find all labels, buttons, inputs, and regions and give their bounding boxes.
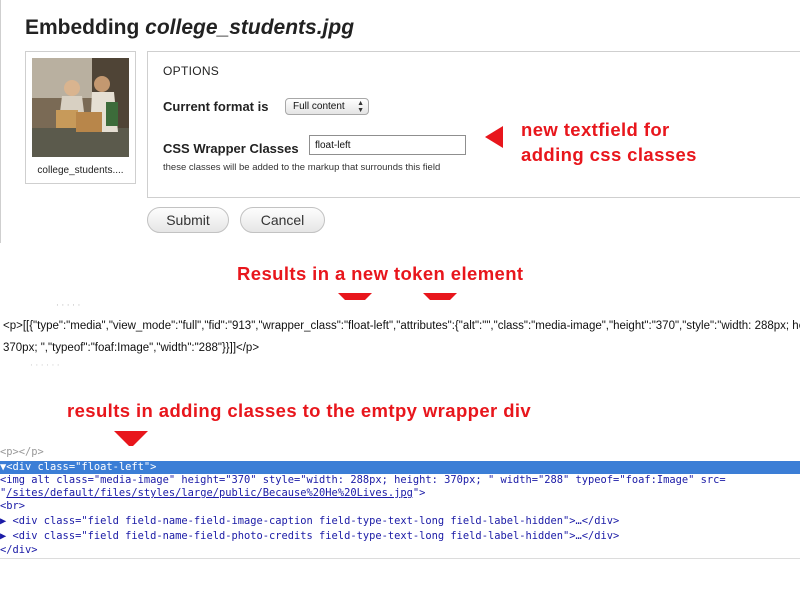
- format-select-value: Full content: [293, 101, 345, 112]
- inspector-quote-close: ">: [412, 487, 426, 499]
- select-updown-icon: ▲ ▼: [357, 100, 364, 114]
- title-prefix: Embedding: [25, 16, 146, 39]
- inspector-line[interactable]: "/sites/default/files/styles/large/publi…: [0, 487, 800, 500]
- inspector-line[interactable]: ▶ <div class="field field-name-field-ima…: [0, 515, 800, 528]
- thumbnail-photo: [32, 58, 129, 157]
- submit-button[interactable]: Submit: [147, 207, 229, 233]
- inspector-line[interactable]: <br>: [0, 500, 800, 513]
- token-line-2: 370px; ","typeof":"foaf:Image","width":"…: [3, 342, 260, 354]
- format-label: Current format is: [163, 99, 269, 114]
- annotation-textfield-line2: adding css classes: [521, 144, 697, 165]
- title-filename: college_students.jpg: [145, 16, 355, 39]
- media-thumbnail-image: [32, 58, 129, 157]
- inspector-line[interactable]: </div>: [0, 544, 800, 557]
- media-thumbnail-card[interactable]: college_students....: [25, 51, 136, 184]
- token-ghost-top: ‧ ‧ ‧ ‧ ‧: [56, 300, 81, 310]
- css-wrapper-input[interactable]: [309, 135, 466, 155]
- token-output: ‧ ‧ ‧ ‧ ‧ <p>[[{"type":"media","view_mod…: [0, 300, 800, 368]
- inspector-line: <p></p>: [0, 446, 44, 458]
- image-src-link[interactable]: /sites/default/files/styles/large/public…: [6, 487, 413, 499]
- inspector-line[interactable]: <img alt class="media-image" height="370…: [0, 474, 800, 487]
- css-wrapper-label: CSS Wrapper Classes: [163, 141, 299, 156]
- options-heading: OPTIONS: [163, 64, 220, 78]
- dom-inspector: <p></p> ▼<div class="float-left"> <img a…: [0, 446, 800, 560]
- format-select[interactable]: Full content ▲ ▼: [285, 98, 369, 115]
- dialog-title: Embedding college_students.jpg: [25, 16, 354, 40]
- screenshot-page: Embedding college_students.jpg college_s…: [0, 0, 800, 600]
- annotation-wrapper: results in adding classes to the emtpy w…: [67, 400, 532, 421]
- dialog-left-border: [0, 0, 1, 243]
- inspector-line-selected[interactable]: ▼<div class="float-left">: [0, 461, 800, 474]
- options-fieldset: OPTIONS Current format is Full content ▲…: [147, 51, 800, 198]
- inspector-line[interactable]: ▶ <div class="field field-name-field-pho…: [0, 530, 800, 543]
- arrow-left-icon: [485, 126, 503, 148]
- token-line-1: <p>[[{"type":"media","view_mode":"full",…: [3, 320, 800, 332]
- css-wrapper-help: these classes will be added to the marku…: [163, 162, 441, 173]
- annotation-token: Results in a new token element: [237, 263, 524, 284]
- annotation-textfield: new textfield for adding css classes: [521, 117, 697, 167]
- annotation-textfield-line1: new textfield for: [521, 119, 670, 140]
- thumbnail-caption: college_students....: [37, 165, 124, 176]
- token-ghost-bottom: ‧ ‧ ‧ ‧ ‧ ‧: [30, 360, 60, 368]
- inspector-bottom-rule: [0, 558, 800, 559]
- cancel-button[interactable]: Cancel: [240, 207, 325, 233]
